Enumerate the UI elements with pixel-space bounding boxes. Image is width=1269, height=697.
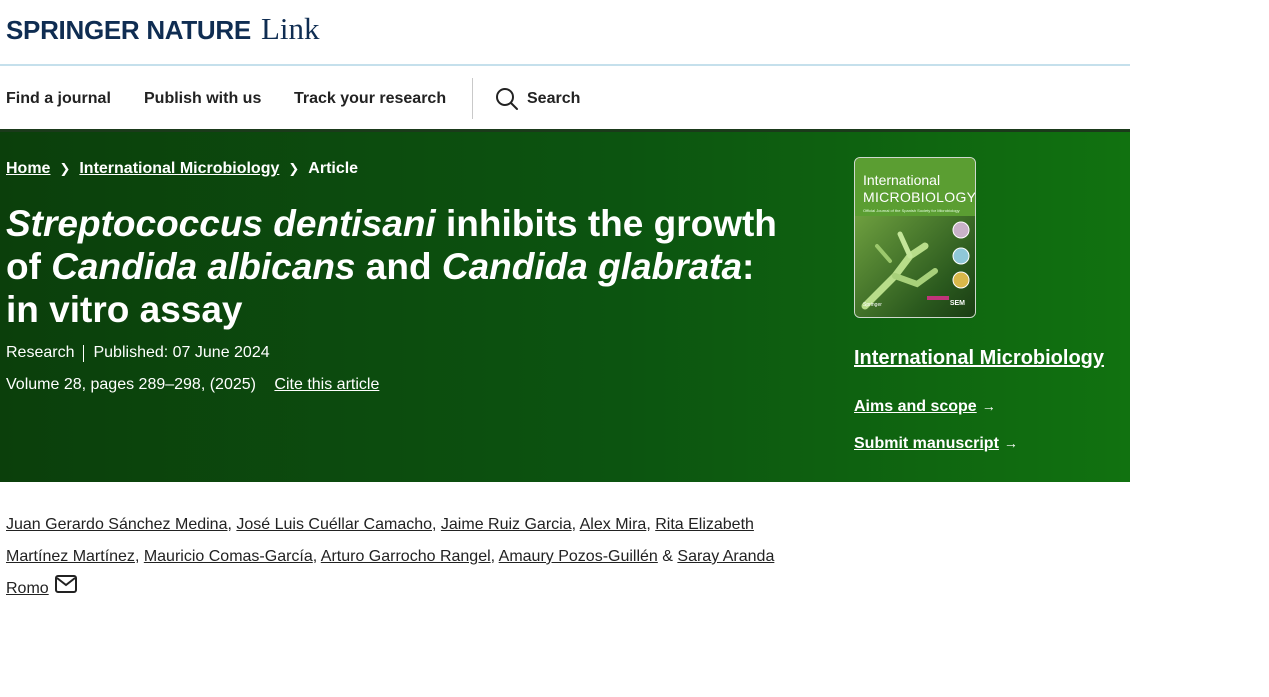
article-hero: Home ❯ International Microbiology ❯ Arti… <box>0 132 1130 482</box>
nav-track-research[interactable]: Track your research <box>294 90 446 108</box>
meta-divider <box>83 344 85 362</box>
logo-brand-text: SPRINGER NATURE <box>6 15 251 45</box>
author-link[interactable]: Arturo Garrocho Rangel <box>321 548 491 565</box>
author-separator: , <box>312 548 321 565</box>
author-separator: , <box>432 516 441 533</box>
article-volume-row: Volume 28, pages 289–298, (2025) Cite th… <box>6 376 379 394</box>
author-link[interactable]: Amaury Pozos-Guillén <box>499 548 658 565</box>
author-separator: , <box>571 516 580 533</box>
springer-nature-link-logo[interactable]: SPRINGER NATURE Link <box>6 11 320 47</box>
breadcrumb: Home ❯ International Microbiology ❯ Arti… <box>6 160 358 178</box>
nav-publish-with-us[interactable]: Publish with us <box>144 90 261 108</box>
article-title: Streptococcus dentisani inhibits the gro… <box>6 202 796 331</box>
title-species-3: Candida glabrata <box>441 246 743 287</box>
author-separator: , <box>134 548 144 565</box>
cover-badge: SEM <box>949 300 965 307</box>
arrow-right-icon: → <box>981 398 996 414</box>
logo-link-text: Link <box>260 11 320 46</box>
author-link[interactable]: José Luis Cuéllar Camacho <box>236 516 432 533</box>
site-header: SPRINGER NATURE Link <box>0 0 1130 66</box>
author-link[interactable]: Alex Mira <box>580 516 647 533</box>
journal-cover-image[interactable]: International MICROBIOLOGY Official Jour… <box>854 157 976 318</box>
nav-find-journal[interactable]: Find a journal <box>6 90 111 108</box>
author-separator: & <box>657 548 678 565</box>
arrow-right-icon: → <box>1003 435 1018 451</box>
chevron-right-icon: ❯ <box>288 161 300 176</box>
nav-divider <box>472 78 473 119</box>
author-separator: , <box>490 548 499 565</box>
cover-subtitle: Official Journal of the Spanish Society … <box>863 208 960 213</box>
author-link[interactable]: Mauricio Comas-García <box>144 548 313 565</box>
author-link[interactable]: Juan Gerardo Sánchez Medina <box>6 516 227 533</box>
cover-title-line-1: International <box>863 172 941 188</box>
article-type: Research <box>6 344 75 361</box>
nav-search-button[interactable]: Search <box>495 87 580 111</box>
submit-manuscript-label: Submit manuscript <box>854 435 999 452</box>
breadcrumb-home[interactable]: Home <box>6 160 50 178</box>
breadcrumb-journal[interactable]: International Microbiology <box>79 160 279 178</box>
cite-article-link[interactable]: Cite this article <box>274 376 379 393</box>
breadcrumb-current: Article <box>308 160 359 177</box>
title-species-2: Candida albicans <box>51 246 356 287</box>
title-species-1: Streptococcus dentisani <box>6 203 436 244</box>
article-meta: Research Published: 07 June 2024 <box>6 344 270 362</box>
main-nav: Find a journal Publish with us Track you… <box>0 66 1130 132</box>
chevron-right-icon: ❯ <box>59 161 71 176</box>
submit-manuscript-link[interactable]: Submit manuscript → <box>854 435 1018 453</box>
author-list: Juan Gerardo Sánchez Medina, José Luis C… <box>6 509 776 605</box>
aims-scope-label: Aims and scope <box>854 398 977 415</box>
mail-icon[interactable] <box>54 573 77 605</box>
author-link[interactable]: Jaime Ruiz Garcia <box>441 516 572 533</box>
title-text-2: and <box>355 246 442 287</box>
cover-publisher: Springer <box>863 302 882 308</box>
published-date: Published: 07 June 2024 <box>93 344 270 361</box>
author-separator: , <box>646 516 656 533</box>
journal-name-link[interactable]: International Microbiology <box>854 347 1104 370</box>
volume-info: Volume 28, pages 289–298, (2025) <box>6 376 256 393</box>
aims-scope-link[interactable]: Aims and scope → <box>854 398 996 416</box>
search-icon <box>496 88 518 110</box>
cover-title-line-2: MICROBIOLOGY <box>863 189 976 205</box>
search-label: Search <box>527 90 581 107</box>
